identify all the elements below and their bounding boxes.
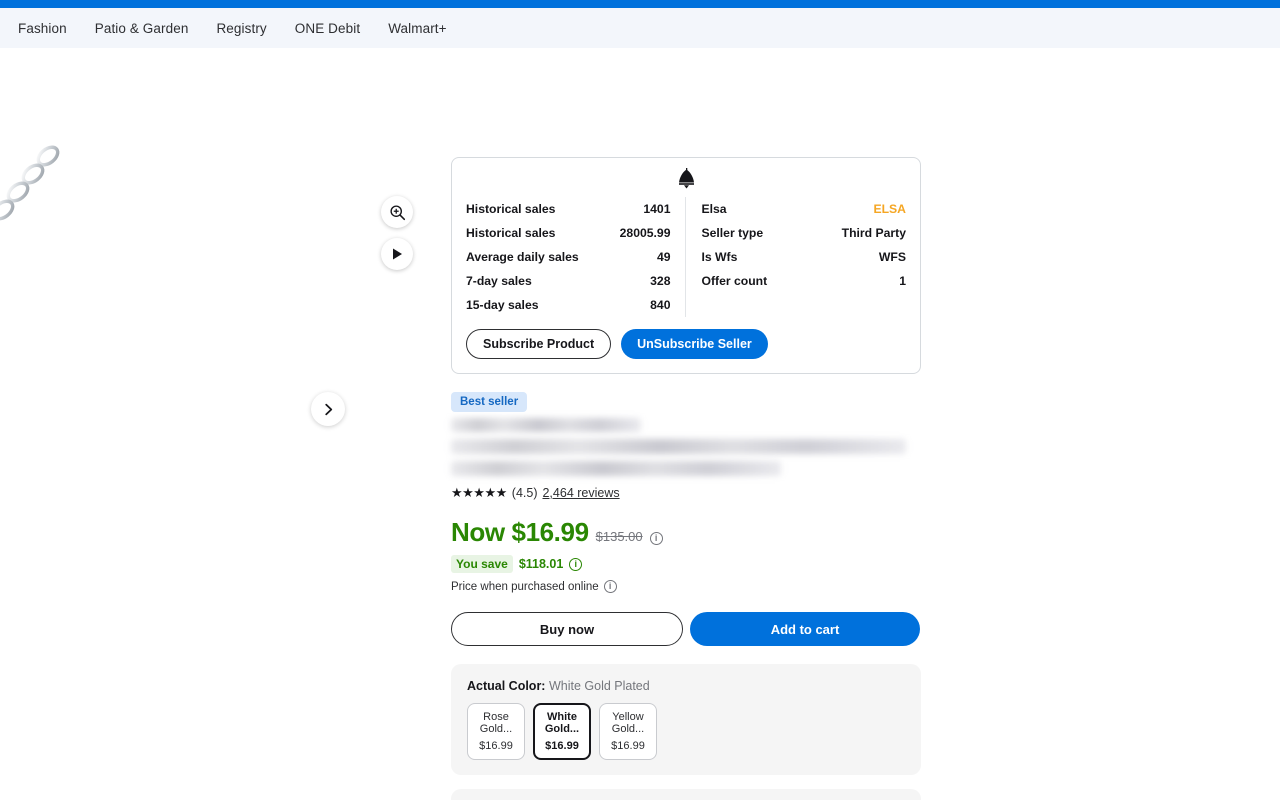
rating-row: ★★★★★ (4.5) 2,464 reviews bbox=[451, 485, 921, 501]
nav-item-one-debit[interactable]: ONE Debit bbox=[295, 21, 360, 36]
price-online-note: Price when purchased online bbox=[451, 580, 599, 593]
variant-selector-card: Actual Color: White Gold Plated Rose Gol… bbox=[451, 664, 921, 775]
buy-now-button[interactable]: Buy now bbox=[451, 612, 683, 646]
bell-logo-icon bbox=[466, 168, 906, 189]
stat-label: Historical sales bbox=[466, 226, 556, 240]
swatch-price: $16.99 bbox=[545, 739, 579, 752]
unsubscribe-seller-button[interactable]: UnSubscribe Seller bbox=[621, 329, 768, 359]
category-navbar: Fashion Patio & Garden Registry ONE Debi… bbox=[0, 8, 1280, 48]
chevron-right-icon bbox=[324, 403, 332, 415]
product-title-redacted bbox=[451, 418, 921, 476]
stat-value: Third Party bbox=[841, 226, 906, 240]
add-to-cart-button[interactable]: Add to cart bbox=[690, 612, 920, 646]
play-icon[interactable] bbox=[381, 238, 413, 270]
nav-item-patio-garden[interactable]: Patio & Garden bbox=[95, 21, 189, 36]
title-blur-line bbox=[451, 439, 906, 454]
stat-row: Elsa ELSA bbox=[702, 197, 907, 221]
stat-label: Elsa bbox=[701, 202, 727, 216]
stat-value: 1401 bbox=[643, 202, 671, 216]
swatch-line1: Rose bbox=[483, 710, 509, 723]
stat-row: Average daily sales 49 bbox=[466, 245, 671, 269]
stat-row: 15-day sales 840 bbox=[466, 293, 671, 317]
swatch-line2: Gold... bbox=[544, 723, 580, 736]
swatch-line2: Gold... bbox=[611, 723, 645, 736]
stat-label: Seller type bbox=[701, 226, 764, 240]
title-blur-line bbox=[451, 418, 641, 432]
stat-label: Offer count bbox=[701, 274, 768, 288]
current-price: Now $16.99 bbox=[451, 517, 589, 547]
swatch-line2: Gold... bbox=[479, 723, 513, 736]
rating-value: (4.5) bbox=[511, 486, 538, 500]
stat-value: 28005.99 bbox=[619, 226, 671, 240]
stat-value: ELSA bbox=[873, 202, 906, 216]
stat-value: 49 bbox=[656, 250, 671, 264]
fulfillment-card: How do you want your item? I want shippi… bbox=[451, 789, 921, 800]
gallery-next-button[interactable] bbox=[311, 392, 345, 426]
swatch-line1: Yellow bbox=[612, 710, 644, 723]
product-details-column: Historical sales 1401 Historical sales 2… bbox=[451, 48, 921, 800]
reviews-link[interactable]: 2,464 reviews bbox=[542, 486, 619, 500]
swatch-price: $16.99 bbox=[479, 739, 513, 752]
stat-row: Historical sales 1401 bbox=[466, 197, 671, 221]
nav-item-walmart-plus[interactable]: Walmart+ bbox=[388, 21, 446, 36]
stat-row: 7-day sales 328 bbox=[466, 269, 671, 293]
subscribe-product-button[interactable]: Subscribe Product bbox=[466, 329, 612, 359]
stats-column-left: Historical sales 1401 Historical sales 2… bbox=[466, 197, 686, 317]
online-price-info-icon[interactable]: i bbox=[603, 580, 617, 593]
stat-value: 1 bbox=[899, 274, 906, 288]
stat-value: WFS bbox=[878, 250, 906, 264]
you-save-badge: You save bbox=[451, 555, 513, 573]
top-accent-bar bbox=[0, 0, 1280, 8]
actual-color-value: White Gold Plated bbox=[548, 679, 650, 693]
nav-item-fashion[interactable]: Fashion bbox=[18, 21, 67, 36]
stat-value: 840 bbox=[650, 298, 671, 312]
savings-info-icon[interactable]: i bbox=[569, 557, 583, 571]
swatch-line1: White bbox=[547, 710, 577, 723]
actual-color-label: Actual Color: bbox=[467, 679, 546, 693]
stat-label: Historical sales bbox=[466, 202, 556, 216]
stat-label: Is Wfs bbox=[701, 250, 738, 264]
actual-color-row: Actual Color: White Gold Plated bbox=[467, 679, 905, 693]
stats-column-right: Elsa ELSA Seller type Third Party Is Wfs… bbox=[686, 197, 907, 317]
price-block: Now $16.99 $135.00 i You save $118.01 i … bbox=[451, 517, 921, 593]
product-gallery bbox=[0, 48, 430, 800]
magnify-plus-icon[interactable] bbox=[381, 196, 413, 228]
stat-label: 15-day sales bbox=[466, 298, 539, 312]
stat-label: Average daily sales bbox=[466, 250, 579, 264]
was-price: $135.00 bbox=[595, 529, 643, 544]
title-blur-line bbox=[451, 461, 781, 476]
seller-stats-panel: Historical sales 1401 Historical sales 2… bbox=[451, 157, 921, 374]
nav-item-registry[interactable]: Registry bbox=[216, 21, 266, 36]
cta-row: Buy now Add to cart bbox=[451, 612, 921, 646]
stat-label: 7-day sales bbox=[466, 274, 532, 288]
panel-actions: Subscribe Product UnSubscribe Seller bbox=[466, 329, 906, 359]
variant-swatch-yellow-gold[interactable]: Yellow Gold... $16.99 bbox=[599, 703, 657, 760]
price-info-icon[interactable]: i bbox=[649, 532, 663, 545]
variant-swatches: Rose Gold... $16.99 White Gold... $16.99… bbox=[467, 703, 905, 760]
product-page: Historical sales 1401 Historical sales 2… bbox=[0, 48, 1280, 800]
stat-row: Historical sales 28005.99 bbox=[466, 221, 671, 245]
swatch-price: $16.99 bbox=[611, 739, 645, 752]
stat-row: Offer count 1 bbox=[702, 269, 907, 293]
product-image[interactable] bbox=[0, 78, 260, 638]
gallery-controls bbox=[381, 196, 413, 270]
variant-swatch-rose-gold[interactable]: Rose Gold... $16.99 bbox=[467, 703, 525, 760]
stat-row: Seller type Third Party bbox=[702, 221, 907, 245]
star-rating-icon: ★★★★★ bbox=[451, 485, 507, 500]
variant-swatch-white-gold[interactable]: White Gold... $16.99 bbox=[533, 703, 591, 760]
stat-value: 328 bbox=[650, 274, 671, 288]
stat-row: Is Wfs WFS bbox=[702, 245, 907, 269]
save-amount: $118.01 bbox=[518, 557, 564, 571]
best-seller-badge: Best seller bbox=[451, 392, 528, 412]
